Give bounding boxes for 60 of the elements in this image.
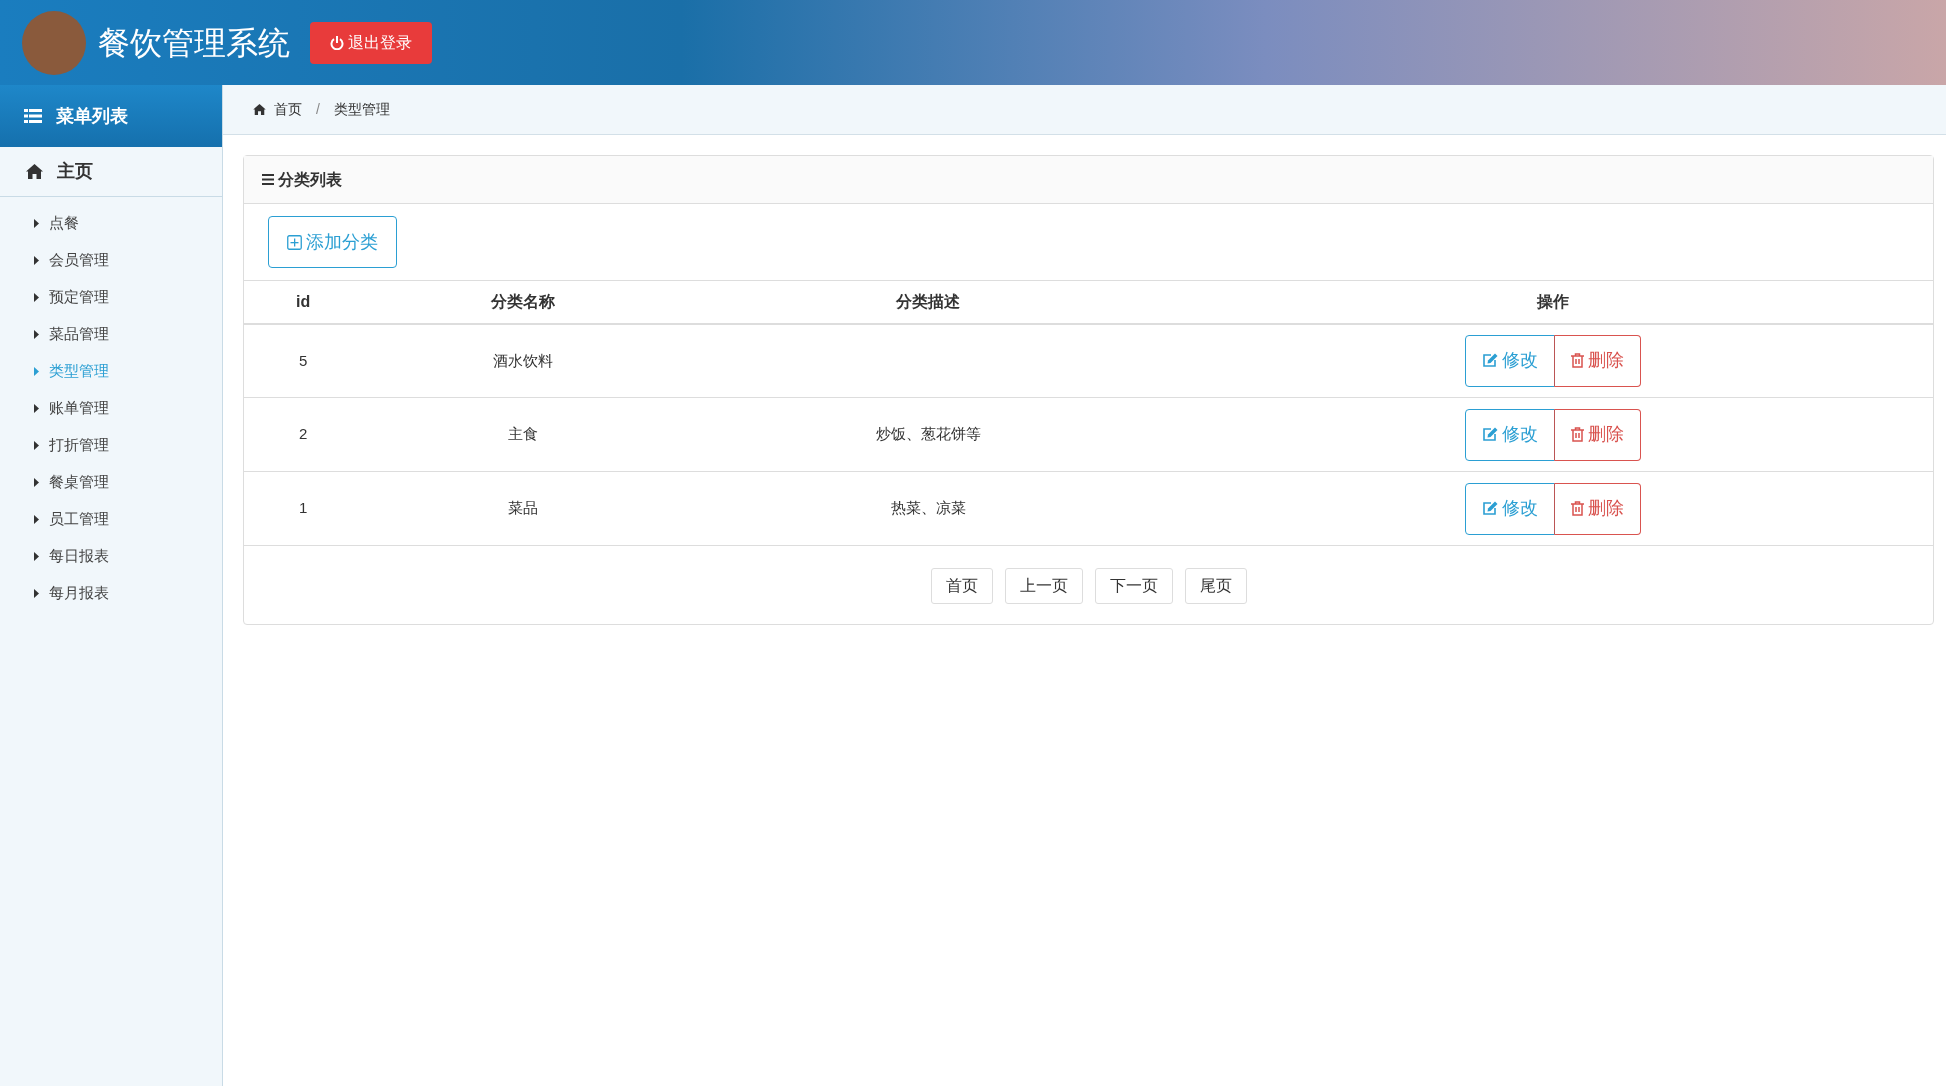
page-button[interactable]: 下一页	[1094, 568, 1173, 604]
sidebar-item[interactable]: 每日报表	[0, 538, 222, 575]
sidebar-item[interactable]: 账单管理	[0, 390, 222, 427]
caret-icon	[34, 330, 39, 339]
breadcrumb-current: 类型管理	[333, 100, 390, 119]
page-button[interactable]: 首页	[930, 568, 993, 604]
sidebar-item[interactable]: 每月报表	[0, 575, 222, 612]
panel-title: 分类列表	[278, 169, 342, 190]
table-cell: 1	[244, 471, 363, 546]
table-cell: 热菜、凉菜	[683, 471, 1173, 546]
sidebar-item[interactable]: 菜品管理	[0, 316, 222, 353]
table-cell: 2	[244, 397, 363, 472]
column-header: 分类名称	[362, 280, 684, 324]
table-cell: 主食	[362, 397, 684, 472]
trash-icon	[1570, 501, 1584, 516]
sidebar-header: 菜单列表	[0, 85, 222, 147]
home-icon	[253, 104, 266, 115]
logout-button[interactable]: 退出登录	[310, 21, 432, 64]
breadcrumb-link[interactable]: 首页	[274, 99, 302, 120]
caret-icon	[34, 219, 39, 228]
caret-icon	[34, 589, 39, 598]
caret-icon	[34, 293, 39, 302]
power-icon	[330, 35, 344, 50]
table-cell: 菜品	[362, 471, 684, 546]
caret-icon	[34, 552, 39, 561]
column-header: 分类描述	[683, 280, 1173, 324]
caret-icon	[34, 256, 39, 265]
table-cell: 酒水饮料	[362, 323, 684, 398]
caret-icon	[34, 478, 39, 487]
breadcrumb-separator: /	[316, 100, 320, 119]
column-header: id	[244, 280, 363, 324]
home-icon	[26, 164, 43, 179]
menu-icon	[262, 174, 274, 185]
sidebar-item[interactable]: 员工管理	[0, 501, 222, 538]
delete-button[interactable]: 删除	[1553, 334, 1641, 387]
caret-icon	[34, 441, 39, 450]
table-cell: 炒饭、葱花饼等	[683, 397, 1173, 472]
sidebar-item[interactable]: 餐桌管理	[0, 464, 222, 501]
trash-icon	[1570, 427, 1584, 442]
sidebar-item[interactable]: 会员管理	[0, 242, 222, 279]
list-icon	[24, 108, 42, 124]
edit-icon	[1481, 501, 1498, 516]
trash-icon	[1570, 353, 1584, 369]
sidebar-item[interactable]: 打折管理	[0, 427, 222, 464]
page-button[interactable]: 尾页	[1184, 568, 1247, 604]
edit-icon	[1481, 353, 1498, 369]
column-header: 操作	[1172, 280, 1933, 324]
plus-square-icon	[287, 234, 302, 250]
caret-icon	[34, 367, 39, 376]
delete-button[interactable]: 删除	[1553, 482, 1641, 535]
home-link[interactable]: 主页	[57, 158, 93, 185]
page-button[interactable]: 上一页	[1004, 568, 1083, 604]
table-cell: 5	[244, 323, 363, 398]
sidebar-item[interactable]: 点餐	[0, 205, 222, 242]
caret-icon	[34, 404, 39, 413]
sidebar-item[interactable]: 预定管理	[0, 279, 222, 316]
delete-button[interactable]: 删除	[1553, 408, 1641, 461]
caret-icon	[34, 515, 39, 524]
app-title: 餐饮管理系统	[98, 23, 290, 63]
edit-icon	[1481, 427, 1498, 442]
